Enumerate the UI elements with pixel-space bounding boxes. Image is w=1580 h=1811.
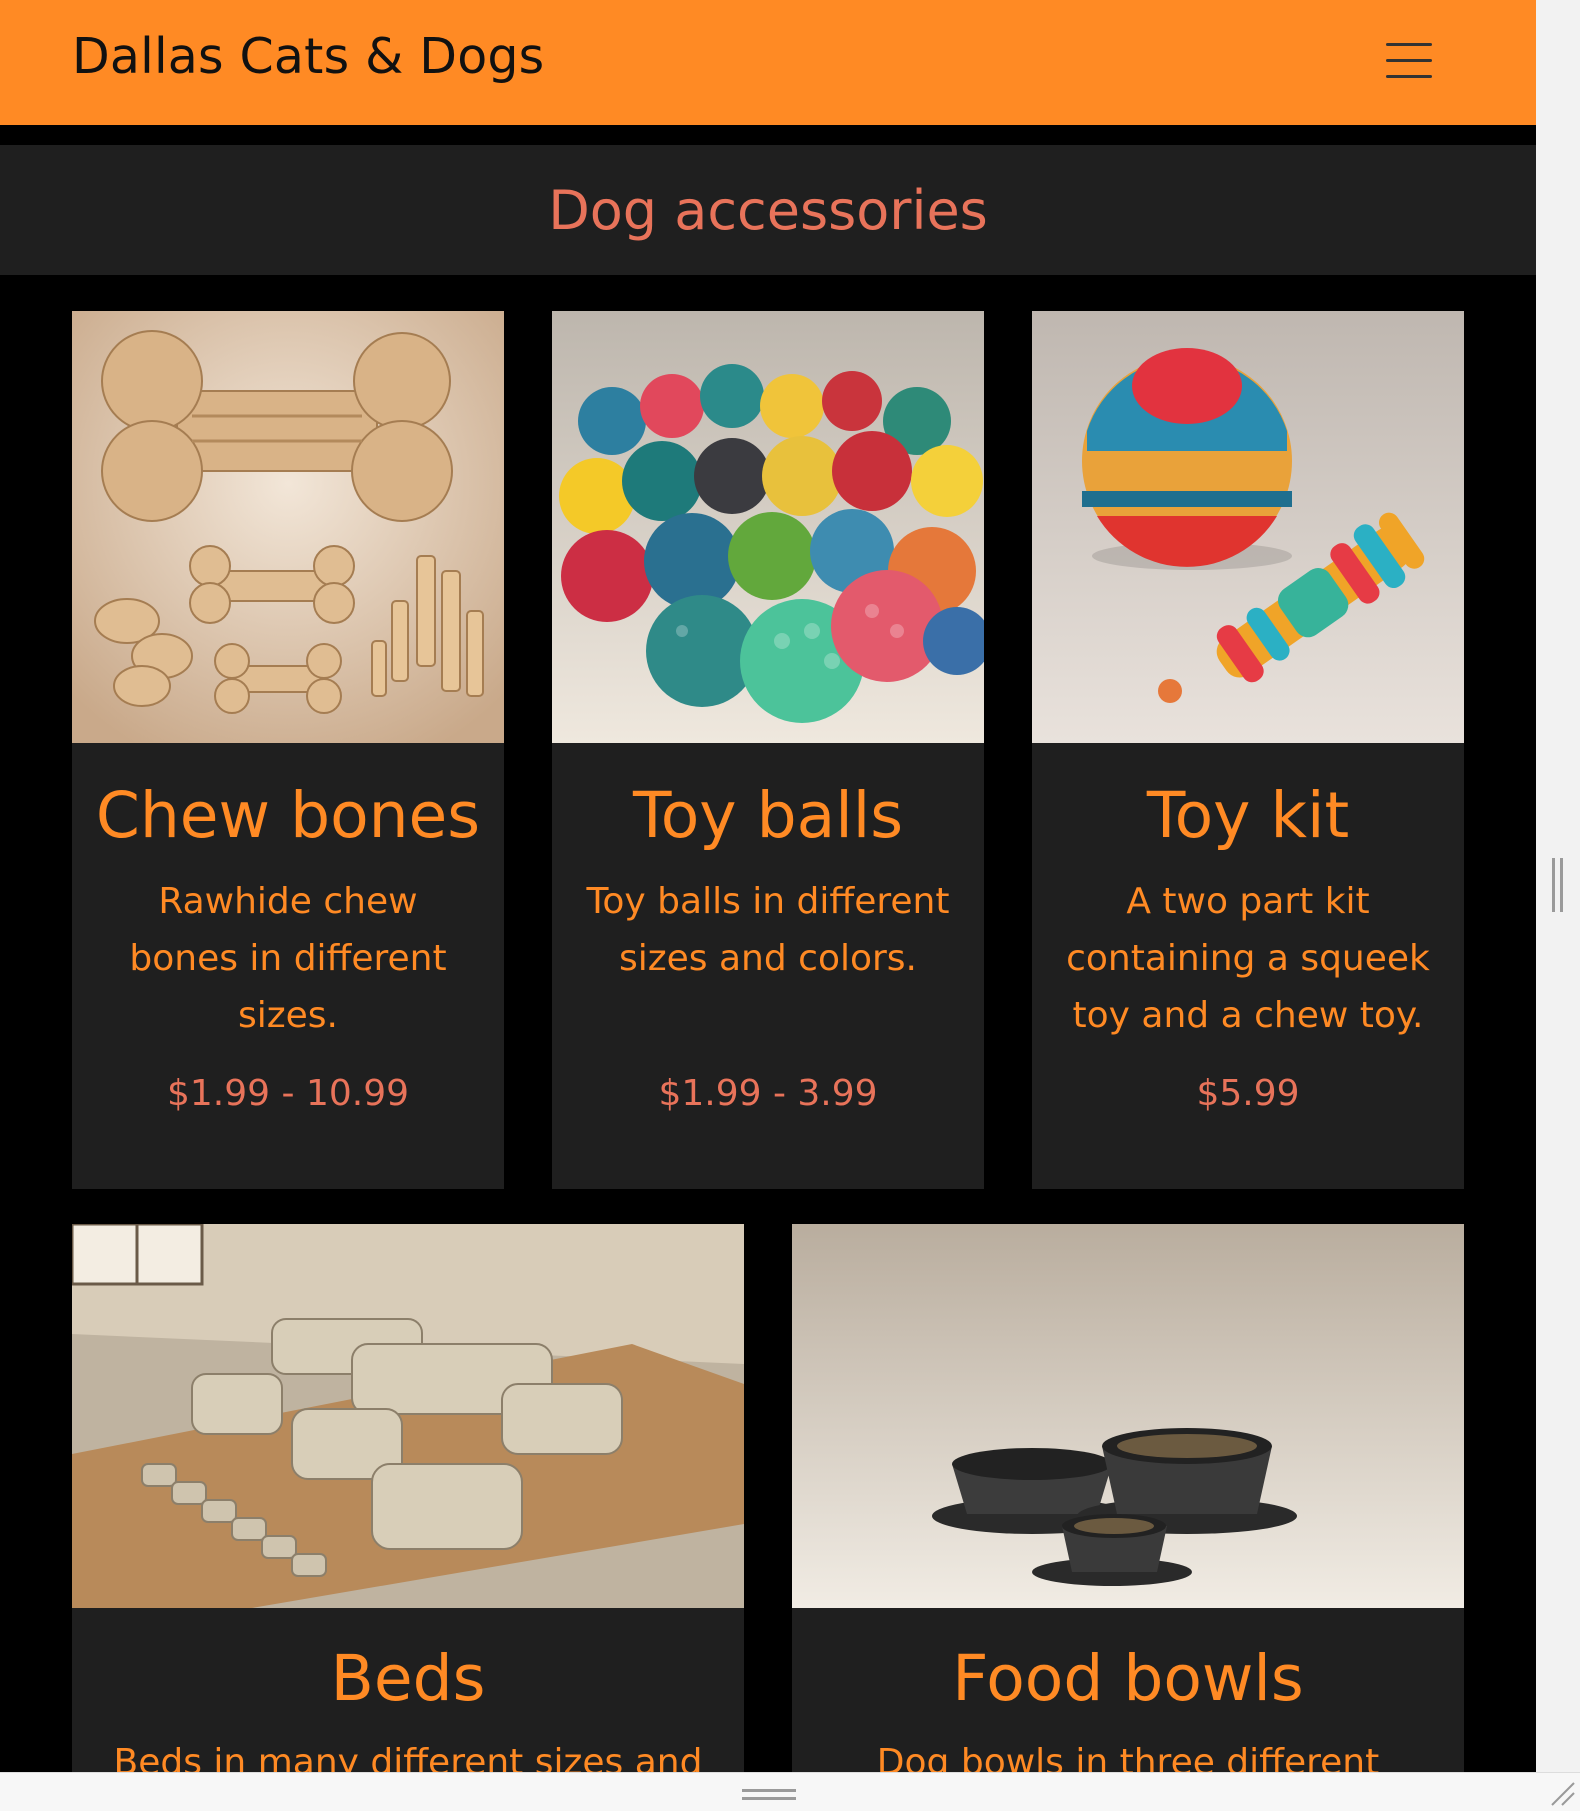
grip-line <box>1552 858 1555 912</box>
product-title[interactable]: Chew bones <box>72 779 504 852</box>
hamburger-line <box>1386 59 1432 62</box>
toy-kit-image <box>1032 311 1464 743</box>
product-description: Beds in many different sizes and <box>113 1742 703 1772</box>
section-header: Dog accessories <box>0 145 1536 275</box>
vertical-scrollbar[interactable] <box>1536 0 1580 1772</box>
scroll-grip-icon[interactable] <box>742 1789 796 1801</box>
food-bowls-image <box>792 1224 1464 1608</box>
page: Dallas Cats & Dogs Dog accessories Chew … <box>0 0 1536 1772</box>
toy-balls-image <box>552 311 984 743</box>
resize-handle-icon[interactable] <box>1548 1779 1576 1807</box>
product-card-chew-bones[interactable]: Chew bones Rawhide chew bones in differe… <box>72 311 504 1189</box>
horizontal-scrollbar[interactable] <box>0 1772 1580 1811</box>
product-description: Toy balls in different sizes and colors. <box>586 881 950 979</box>
product-title[interactable]: Toy balls <box>552 779 984 852</box>
brand-title[interactable]: Dallas Cats & Dogs <box>72 28 544 85</box>
product-price: $5.99 <box>1196 1073 1300 1114</box>
hamburger-menu-icon[interactable] <box>1380 38 1434 82</box>
hamburger-line <box>1386 75 1432 78</box>
product-card-food-bowls[interactable]: Food bowls Dog bowls in three different … <box>792 1224 1464 1772</box>
hamburger-line <box>1386 43 1432 46</box>
navbar: Dallas Cats & Dogs <box>0 0 1536 125</box>
scroll-grip-icon[interactable] <box>1552 858 1564 912</box>
product-description: Dog bowls in three different sizes. <box>876 1742 1380 1772</box>
product-description: A two part kit containing a squeek toy a… <box>1066 881 1430 1036</box>
product-price: $1.99 - 3.99 <box>658 1073 878 1114</box>
chew-bones-image <box>72 311 504 743</box>
product-card-beds[interactable]: Beds Beds in many different sizes and <box>72 1224 744 1772</box>
grip-line <box>742 1789 796 1792</box>
product-description: Rawhide chew bones in different sizes. <box>129 881 447 1036</box>
product-card-toy-kit[interactable]: Toy kit A two part kit containing a sque… <box>1032 311 1464 1189</box>
product-title[interactable]: Food bowls <box>792 1642 1464 1715</box>
product-card-toy-balls[interactable]: Toy balls Toy balls in different sizes a… <box>552 311 984 1189</box>
section-title: Dog accessories <box>548 178 988 242</box>
grip-line <box>742 1797 796 1800</box>
grip-line <box>1560 858 1563 912</box>
product-title[interactable]: Beds <box>72 1642 744 1715</box>
product-title[interactable]: Toy kit <box>1032 779 1464 852</box>
dog-beds-image <box>72 1224 744 1608</box>
product-price: $1.99 - 10.99 <box>167 1073 409 1114</box>
